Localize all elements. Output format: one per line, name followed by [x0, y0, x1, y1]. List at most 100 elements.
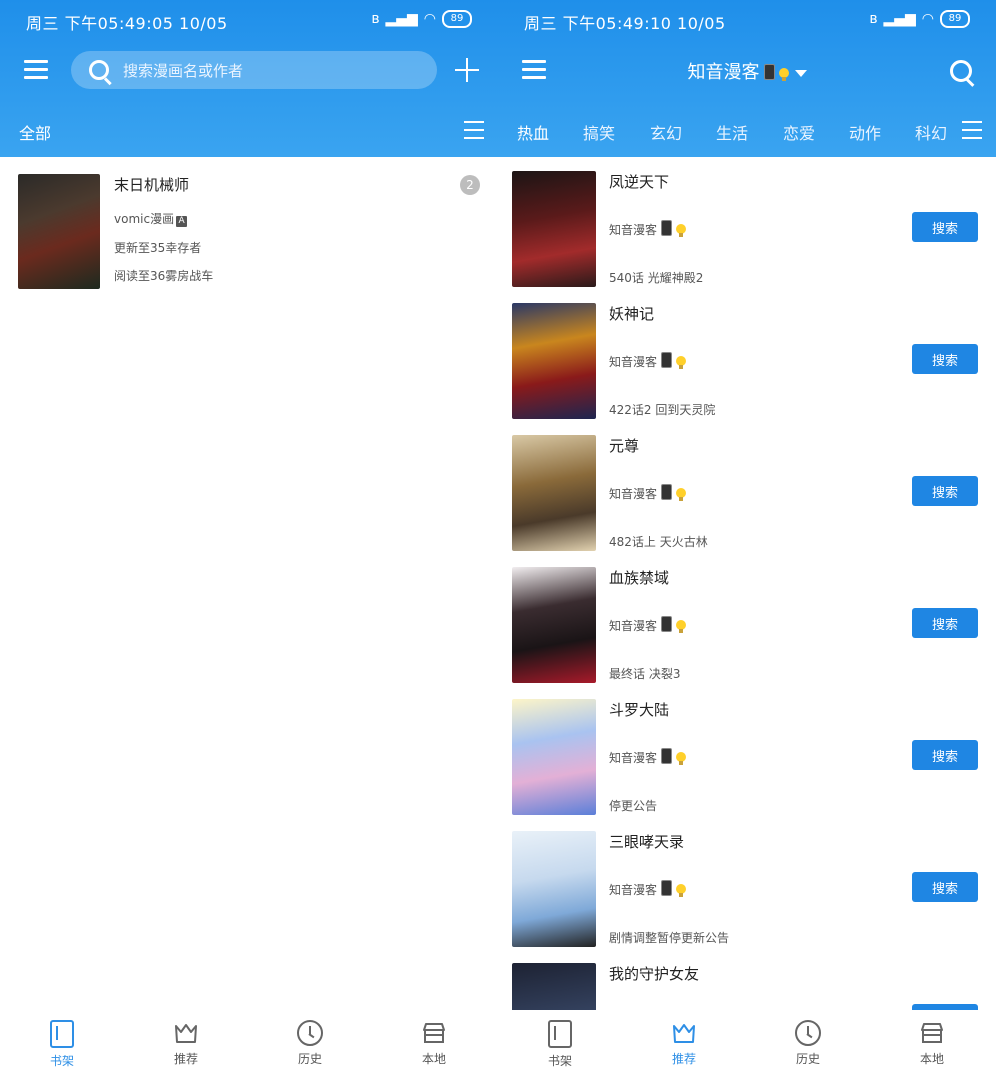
comic-title: 元尊 — [609, 437, 640, 455]
search-button[interactable]: 搜索 — [912, 344, 978, 374]
header-bar: 周三 下午05:49:10 10/05 ʙ ▂▄▆ ◠ 89 知音漫客 热血 搞… — [498, 0, 996, 160]
header-bar: 周三 下午05:49:05 10/05 ʙ ▂▄▆ ◠ 89 全部 — [0, 0, 498, 160]
add-icon[interactable] — [455, 58, 479, 82]
comic-title: 血族禁域 — [609, 569, 670, 587]
bottom-nav: 书架 推荐 历史 本地 — [0, 1010, 498, 1080]
search-input[interactable] — [121, 51, 425, 91]
nav-recommend[interactable]: 推荐 — [156, 1020, 216, 1067]
battery-icon: 89 — [940, 10, 970, 28]
comic-list-item[interactable]: 血族禁域 知音漫客 最终话 决裂3 搜索 — [512, 567, 982, 685]
bookshelf-screen: 周三 下午05:49:05 10/05 ʙ ▂▄▆ ◠ 89 全部 末日机械师 … — [0, 0, 498, 1080]
wifi-icon: ◠ — [423, 11, 436, 27]
comic-updated: 更新至35幸存者 — [114, 241, 202, 255]
comic-read-progress: 阅读至36雾房战车 — [114, 269, 214, 283]
status-time: 周三 下午05:49:10 10/05 — [524, 14, 726, 33]
search-button[interactable]: 搜索 — [912, 212, 978, 242]
tab-category[interactable]: 生活 — [716, 120, 748, 144]
chevron-down-icon — [794, 69, 807, 77]
tab-menu-icon[interactable] — [962, 121, 982, 139]
phone-icon — [661, 352, 673, 368]
book-icon — [50, 1020, 74, 1048]
tab-category[interactable]: 恋爱 — [783, 120, 815, 144]
nav-history[interactable]: 历史 — [280, 1020, 340, 1067]
nav-recommend[interactable]: 推荐 — [654, 1020, 714, 1067]
status-time: 周三 下午05:49:05 10/05 — [26, 14, 228, 33]
nav-bookshelf[interactable]: 书架 — [32, 1020, 92, 1069]
comic-chapter: 422话2 回到天灵院 — [609, 403, 716, 417]
comic-list-item[interactable]: 三眼哮天录 知音漫客 剧情调整暂停更新公告 搜索 — [512, 831, 982, 949]
bulb-icon — [676, 752, 687, 765]
comic-title: 凤逆天下 — [609, 173, 670, 191]
tab-menu-icon[interactable] — [464, 121, 484, 139]
bluetooth-icon: ʙ — [371, 11, 380, 27]
comic-title: 我的守护女友 — [609, 965, 700, 983]
search-icon[interactable] — [950, 60, 972, 82]
battery-icon: 89 — [442, 10, 472, 28]
book-icon — [548, 1020, 572, 1048]
search-button[interactable]: 搜索 — [912, 872, 978, 902]
tab-category[interactable]: 科幻 — [915, 120, 947, 144]
bookshelf-item[interactable]: 末日机械师 vomic漫画 A 更新至35幸存者 阅读至36雾房战车 2 — [18, 174, 480, 290]
search-button[interactable]: 搜索 — [912, 476, 978, 506]
comic-source: 知音漫客 — [609, 880, 687, 898]
nav-bookshelf[interactable]: 书架 — [530, 1020, 590, 1069]
source-badge: A — [176, 216, 188, 227]
tab-category[interactable]: 热血 — [517, 120, 549, 160]
clock-icon — [297, 1020, 323, 1046]
search-bar[interactable] — [71, 51, 437, 91]
signal-icon: ▂▄▆ — [883, 11, 916, 27]
comic-chapter: 最终话 决裂3 — [609, 667, 681, 681]
bulb-icon — [778, 68, 789, 81]
comic-cover — [512, 699, 596, 815]
comic-cover — [512, 303, 596, 419]
search-button[interactable]: 搜索 — [912, 740, 978, 770]
comic-list-item[interactable]: 元尊 知音漫客 482话上 天火古林 搜索 — [512, 435, 982, 553]
comic-title: 斗罗大陆 — [609, 701, 670, 719]
comic-chapter: 停更公告 — [609, 799, 658, 813]
comic-cover — [512, 171, 596, 287]
phone-icon — [661, 484, 673, 500]
tab-category[interactable]: 动作 — [849, 120, 881, 144]
comic-chapter: 482话上 天火古林 — [609, 535, 708, 549]
group-tabs: 全部 — [0, 112, 498, 160]
recommend-screen: 周三 下午05:49:10 10/05 ʙ ▂▄▆ ◠ 89 知音漫客 热血 搞… — [498, 0, 996, 1080]
comic-cover — [18, 174, 100, 289]
status-icons: ʙ ▂▄▆ ◠ 89 — [869, 10, 970, 28]
unread-count-badge: 2 — [460, 175, 480, 195]
bottom-nav: 书架 推荐 历史 本地 — [498, 1010, 996, 1080]
store-icon — [421, 1020, 447, 1046]
tab-all[interactable]: 全部 — [19, 120, 51, 160]
comic-title: 末日机械师 — [114, 176, 190, 194]
comic-list-item[interactable]: 凤逆天下 知音漫客 540话 光耀神殿2 搜索 — [512, 171, 982, 289]
tab-category[interactable]: 搞笑 — [583, 120, 615, 144]
comic-list-item[interactable]: 妖神记 知音漫客 422话2 回到天灵院 搜索 — [512, 303, 982, 421]
bulb-icon — [676, 356, 687, 369]
comic-cover — [512, 435, 596, 551]
tab-category[interactable]: 玄幻 — [650, 120, 682, 144]
category-tabs: 热血 搞笑 玄幻 生活 恋爱 动作 科幻 — [498, 112, 996, 160]
comic-source: 知音漫客 — [609, 616, 687, 634]
source-selector[interactable]: 知音漫客 — [498, 58, 996, 84]
menu-icon[interactable] — [24, 60, 48, 80]
search-icon — [89, 60, 109, 80]
comic-chapter: 540话 光耀神殿2 — [609, 271, 704, 285]
wifi-icon: ◠ — [921, 11, 934, 27]
comic-source: 知音漫客 — [609, 220, 687, 238]
bulb-icon — [676, 884, 687, 897]
comic-list-item[interactable]: 斗罗大陆 知音漫客 停更公告 搜索 — [512, 699, 982, 817]
nav-local[interactable]: 本地 — [902, 1020, 962, 1067]
search-button[interactable]: 搜索 — [912, 608, 978, 638]
phone-icon — [661, 880, 673, 896]
clock-icon — [795, 1020, 821, 1046]
comic-source: 知音漫客 — [609, 352, 687, 370]
comic-chapter: 剧情调整暂停更新公告 — [609, 931, 730, 945]
comic-source: 知音漫客 — [609, 484, 687, 502]
nav-local[interactable]: 本地 — [404, 1020, 464, 1067]
nav-history[interactable]: 历史 — [778, 1020, 838, 1067]
phone-icon — [661, 748, 673, 764]
comic-source: vomic漫画 A — [114, 210, 188, 227]
phone-icon — [661, 616, 673, 632]
phone-icon — [661, 220, 673, 236]
crown-icon — [671, 1020, 697, 1046]
comic-title: 妖神记 — [609, 305, 655, 323]
